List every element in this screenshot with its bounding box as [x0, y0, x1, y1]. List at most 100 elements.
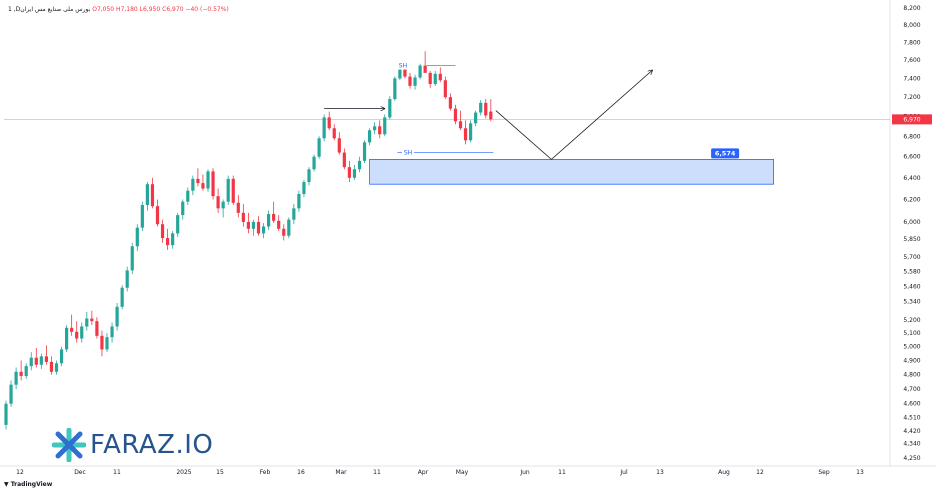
candle-body	[226, 178, 230, 202]
candle-body	[196, 178, 200, 184]
y-tick-label: 4,420	[903, 428, 920, 435]
y-tick-label: 7,200	[903, 94, 920, 101]
x-tick-label: Sep	[818, 469, 830, 476]
y-tick-label: 5,700	[903, 254, 920, 261]
candle-body	[246, 221, 250, 229]
candle-body	[342, 152, 346, 168]
candle-body	[373, 126, 377, 131]
price-chart[interactable]: 4,250 4,340 4,420 4,510 4,600 4,700 4,800 4,900…	[0, 0, 936, 492]
x-tick-label: Feb	[260, 469, 271, 476]
candle-body	[155, 206, 160, 225]
candle-body	[297, 193, 301, 209]
candle-body	[479, 102, 483, 113]
candle-body	[423, 65, 427, 73]
candle-body	[418, 65, 422, 78]
candle-body	[256, 221, 261, 234]
x-tick-label: 13	[656, 469, 664, 476]
candle-body	[443, 80, 447, 98]
candle-body	[211, 171, 215, 197]
y-tick-label: 4,340	[903, 441, 920, 448]
x-tick-label: 12	[756, 469, 764, 476]
x-tick-label: Jun	[519, 469, 530, 476]
candle-body	[332, 128, 336, 139]
candle-body	[29, 357, 33, 367]
candle-body	[413, 77, 417, 86]
candle-body	[166, 238, 170, 246]
y-tick-label: 4,250	[903, 455, 920, 462]
low-value: 6,950	[143, 6, 161, 13]
candle-body	[287, 219, 291, 236]
candle-body	[176, 215, 180, 234]
candle-body	[105, 337, 109, 350]
candle-body	[433, 73, 437, 84]
close-value: 6,970	[166, 6, 184, 13]
x-tick-label: 15	[216, 469, 224, 476]
candle-body	[14, 371, 18, 385]
candle-body	[181, 201, 185, 216]
candle-body	[484, 102, 488, 116]
y-tick-label: 5,340	[903, 299, 920, 306]
candle-body	[135, 227, 139, 247]
x-tick-label: 16	[297, 469, 305, 476]
candle-body	[357, 160, 362, 170]
candle-body	[388, 99, 392, 118]
x-tick-label: 12	[16, 469, 24, 476]
candle-body	[231, 178, 235, 203]
y-tick-label: 7,600	[903, 57, 920, 64]
candle-body	[19, 371, 23, 377]
y-tick-label: 6,000	[903, 219, 920, 226]
projection-path	[495, 70, 653, 160]
candle-body	[186, 190, 190, 202]
zone-price-label: 6,574	[715, 149, 736, 157]
candle-body	[65, 327, 69, 350]
x-tick-label: Dec	[74, 469, 86, 476]
candle-body	[378, 126, 382, 135]
tradingview-label: TradingView	[10, 481, 53, 488]
candle-body	[95, 321, 99, 336]
change-value: −40 (−0.57%)	[185, 6, 229, 13]
y-tick-label: 5,580	[903, 269, 920, 276]
candle-body	[322, 117, 326, 139]
candle-body	[85, 318, 89, 327]
candle-body	[463, 128, 468, 141]
candle-body	[216, 196, 220, 209]
candle-body	[302, 182, 306, 194]
y-tick-label: 5,460	[903, 283, 920, 290]
y-tick-label: 6,200	[903, 196, 920, 203]
candle-body	[458, 121, 463, 129]
y-tick-label: 6,600	[903, 154, 920, 161]
candle-body	[337, 138, 341, 153]
candle-body	[75, 331, 79, 339]
candle-body	[90, 318, 94, 322]
candle-body	[44, 356, 48, 362]
tradingview-icon: ▼	[4, 481, 9, 488]
current-price-tag: 6,970	[903, 116, 920, 123]
candle-body	[327, 117, 331, 129]
candle-body	[282, 228, 286, 236]
candle-body	[317, 138, 321, 157]
y-tick-label: 8,200	[903, 5, 920, 12]
candle-body	[145, 184, 149, 206]
candle-body	[70, 327, 74, 332]
candle-body	[39, 356, 43, 365]
candle-body	[438, 73, 442, 81]
x-tick-label: 11	[113, 469, 121, 476]
candle-body	[120, 287, 124, 307]
candle-body	[130, 246, 134, 271]
candle-body	[307, 169, 311, 183]
tradingview-brand: ▼ TradingView	[4, 481, 52, 488]
candle-body	[272, 213, 276, 221]
brand-logo-icon	[52, 428, 86, 462]
candle-body	[140, 205, 144, 228]
candle-body	[362, 142, 367, 161]
candle-body	[150, 184, 155, 207]
y-tick-label: 5,200	[903, 317, 920, 324]
brand-logo-text: FARAZ.IO	[90, 430, 214, 460]
y-tick-label: 8,000	[903, 22, 920, 29]
candle-body	[474, 112, 478, 124]
candle-body	[393, 78, 397, 100]
candle-body	[59, 349, 64, 364]
candle-body	[408, 76, 412, 86]
candle-body	[292, 208, 296, 220]
candle-body	[251, 221, 256, 229]
